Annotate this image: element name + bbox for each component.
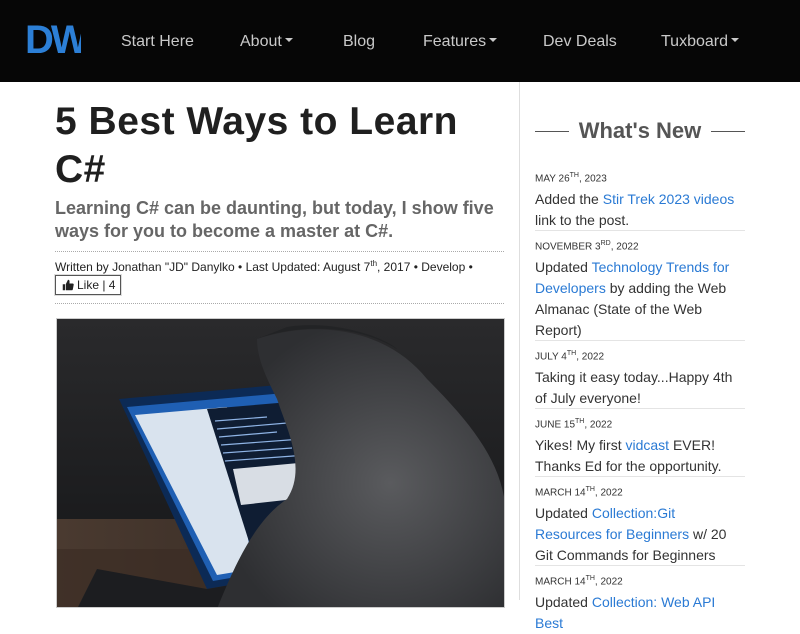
news-link[interactable]: Stir Trek 2023 videos bbox=[603, 191, 735, 207]
article-title: 5 Best Ways to Learn C# bbox=[55, 100, 459, 191]
news-separator bbox=[535, 340, 745, 341]
dw-logo[interactable]: DW bbox=[25, 20, 81, 56]
nav-start-here-label: Start Here bbox=[121, 33, 194, 50]
like-button[interactable]: Like | 4 bbox=[55, 275, 121, 295]
nav-tuxboard[interactable]: Tuxboard bbox=[661, 33, 739, 51]
news-date: June 15th, 2022 bbox=[535, 418, 613, 431]
nav-start-here[interactable]: Start Here bbox=[121, 33, 194, 51]
news-date: March 14th, 2022 bbox=[535, 486, 623, 499]
news-text: Updated Collection: Web API Best bbox=[535, 594, 716, 632]
article-byline: Written by Jonathan "JD" Danylko • Last … bbox=[55, 259, 473, 274]
news-date: November 3rd, 2022 bbox=[535, 240, 639, 253]
nav-about-label: About bbox=[240, 33, 282, 50]
news-text: Taking it easy today...Happy 4th of July… bbox=[535, 369, 733, 407]
whats-new-title: What's New bbox=[578, 118, 702, 143]
heading-line-right bbox=[711, 130, 745, 132]
laptop-photo bbox=[57, 319, 504, 607]
heading-line-left bbox=[535, 130, 569, 132]
news-separator bbox=[535, 230, 745, 231]
divider bbox=[55, 251, 504, 252]
byline-suffix: , 2017 • Develop • bbox=[377, 260, 473, 274]
sidebar-divider bbox=[519, 82, 520, 600]
nav-features-label: Features bbox=[423, 33, 487, 50]
nav-features[interactable]: Features bbox=[423, 33, 498, 51]
nav-about[interactable]: About bbox=[240, 33, 293, 51]
news-text: Yikes! My first vidcast EVER! Thanks Ed … bbox=[535, 437, 722, 475]
nav-dev-deals-label: Dev Deals bbox=[543, 33, 617, 50]
hero-image bbox=[56, 318, 505, 608]
news-link[interactable]: vidcast bbox=[626, 437, 670, 453]
news-item: November 3rd, 2022 Updated Technology Tr… bbox=[535, 238, 745, 341]
byline-prefix: Written by Jonathan "JD" Danylko • Last … bbox=[55, 260, 371, 274]
news-separator bbox=[535, 476, 745, 477]
news-date: May 26th, 2023 bbox=[535, 172, 607, 185]
news-item: June 15th, 2022 Yikes! My first vidcast … bbox=[535, 416, 745, 477]
byline-sup: th bbox=[370, 259, 378, 268]
nav-dev-deals[interactable]: Dev Deals bbox=[543, 33, 617, 51]
like-label: Like | 4 bbox=[77, 278, 116, 292]
whats-new-heading: What's New bbox=[535, 118, 745, 144]
news-date: July 4th, 2022 bbox=[535, 350, 605, 363]
news-date: March 14th, 2022 bbox=[535, 575, 623, 588]
news-item: July 4th, 2022 Taking it easy today...Ha… bbox=[535, 348, 745, 409]
logo-text: DW bbox=[25, 20, 81, 56]
news-item: May 26th, 2023 Added the Stir Trek 2023 … bbox=[535, 170, 745, 231]
caret-down-icon bbox=[731, 37, 739, 42]
news-text: Updated Collection:Git Resources for Beg… bbox=[535, 505, 727, 564]
divider bbox=[55, 303, 504, 304]
nav-blog[interactable]: Blog bbox=[343, 33, 375, 51]
news-separator bbox=[535, 565, 745, 566]
news-text: Updated Technology Trends for Developers… bbox=[535, 259, 730, 339]
nav-blog-label: Blog bbox=[343, 33, 376, 50]
news-item: March 14th, 2022 Updated Collection: Web… bbox=[535, 573, 745, 634]
caret-down-icon bbox=[284, 37, 293, 42]
thumbs-up-icon bbox=[62, 279, 74, 291]
nav-tuxboard-label: Tuxboard bbox=[661, 33, 728, 50]
news-separator bbox=[535, 408, 745, 409]
news-text: Added the Stir Trek 2023 videos link to … bbox=[535, 191, 735, 229]
article-subtitle: Learning C# can be daunting, but today, … bbox=[55, 198, 494, 241]
news-item: March 14th, 2022 Updated Collection:Git … bbox=[535, 484, 745, 566]
caret-down-icon bbox=[489, 37, 498, 42]
top-navbar: DW Start Here About Blog Features Dev De… bbox=[0, 0, 800, 82]
